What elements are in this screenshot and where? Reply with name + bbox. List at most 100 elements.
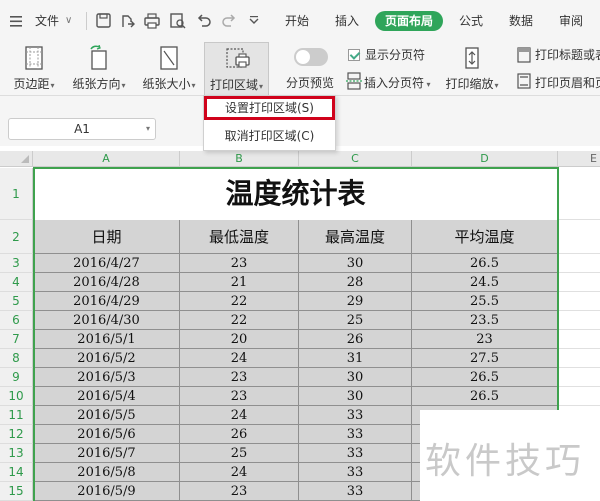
table-cell[interactable]: 24 — [180, 463, 299, 482]
table-cell[interactable]: 2016/5/7 — [34, 444, 180, 463]
table-cell[interactable]: 33 — [299, 444, 412, 463]
table-cell[interactable]: 2016/4/29 — [34, 292, 180, 311]
file-menu[interactable]: 文件 — [35, 11, 59, 31]
show-page-breaks-checkbox[interactable] — [348, 49, 360, 61]
row-header[interactable]: 2 — [0, 220, 33, 254]
table-cell[interactable]: 25 — [180, 444, 299, 463]
tab-home[interactable]: 开始 — [283, 11, 311, 31]
insert-page-break-icon[interactable] — [346, 72, 362, 90]
row-header[interactable]: 15 — [0, 482, 33, 501]
column-title-cell[interactable]: 最高温度 — [299, 220, 412, 254]
table-cell[interactable]: 30 — [299, 368, 412, 387]
table-cell[interactable]: 24 — [180, 349, 299, 368]
table-cell[interactable]: 24.5 — [412, 273, 558, 292]
table-cell[interactable]: 28 — [299, 273, 412, 292]
export-icon[interactable] — [119, 12, 137, 30]
print-scale-button[interactable]: 打印缩放▾ — [442, 42, 502, 96]
row-header[interactable]: 13 — [0, 444, 33, 463]
margins-button[interactable]: 页边距▾ — [8, 42, 60, 96]
table-cell[interactable]: 30 — [299, 254, 412, 273]
table-cell[interactable]: 2016/5/5 — [34, 406, 180, 425]
table-cell[interactable]: 30 — [299, 387, 412, 406]
column-header-a[interactable]: A — [33, 151, 180, 167]
table-cell[interactable]: 2016/4/28 — [34, 273, 180, 292]
column-title-cell[interactable]: 平均温度 — [412, 220, 558, 254]
tab-data[interactable]: 数据 — [507, 11, 535, 31]
table-cell[interactable]: 23 — [180, 368, 299, 387]
table-cell[interactable]: 29 — [299, 292, 412, 311]
table-cell[interactable]: 27.5 — [412, 349, 558, 368]
row-header[interactable]: 14 — [0, 463, 33, 482]
column-header-d[interactable]: D — [412, 151, 558, 167]
print-header-footer-icon[interactable] — [516, 72, 532, 90]
column-header-e[interactable]: E — [558, 151, 600, 167]
table-cell[interactable]: 2016/4/27 — [34, 254, 180, 273]
table-cell[interactable]: 25.5 — [412, 292, 558, 311]
print-preview-icon[interactable] — [169, 12, 187, 30]
chevron-down-icon[interactable]: ∨ — [65, 11, 72, 31]
print-icon[interactable] — [143, 12, 161, 30]
column-header-b[interactable]: B — [180, 151, 299, 167]
table-cell[interactable]: 24 — [180, 406, 299, 425]
undo-icon[interactable] — [195, 12, 213, 30]
table-cell[interactable]: 23 — [180, 254, 299, 273]
print-header-footer-button[interactable]: 打印页眉和页 — [535, 74, 600, 92]
print-title-button[interactable]: 打印标题或表 — [535, 46, 600, 64]
select-all-corner[interactable] — [0, 151, 33, 167]
tab-page-layout[interactable]: 页面布局 — [375, 11, 444, 31]
redo-icon[interactable] — [220, 12, 238, 30]
table-cell[interactable]: 2016/4/30 — [34, 311, 180, 330]
table-cell[interactable]: 23 — [180, 482, 299, 501]
column-title-cell[interactable]: 最低温度 — [180, 220, 299, 254]
table-cell[interactable]: 26.5 — [412, 254, 558, 273]
row-header[interactable]: 1 — [0, 168, 33, 220]
table-cell[interactable]: 26 — [299, 330, 412, 349]
table-cell[interactable]: 23 — [180, 387, 299, 406]
table-cell[interactable]: 20 — [180, 330, 299, 349]
table-cell[interactable]: 26 — [180, 425, 299, 444]
table-cell[interactable]: 26.5 — [412, 387, 558, 406]
row-header[interactable]: 11 — [0, 406, 33, 425]
paper-size-button[interactable]: 纸张大小▾ — [138, 42, 200, 96]
table-cell[interactable]: 2016/5/2 — [34, 349, 180, 368]
table-cell[interactable]: 2016/5/6 — [34, 425, 180, 444]
row-header[interactable]: 8 — [0, 349, 33, 368]
insert-page-break-button[interactable]: 插入分页符 ▾ — [364, 74, 431, 92]
table-cell[interactable]: 26.5 — [412, 368, 558, 387]
row-header[interactable]: 3 — [0, 254, 33, 273]
row-header[interactable]: 10 — [0, 387, 33, 406]
show-page-breaks-label[interactable]: 显示分页符 — [365, 46, 425, 64]
table-cell[interactable]: 23.5 — [412, 311, 558, 330]
table-cell[interactable]: 33 — [299, 406, 412, 425]
table-cell[interactable]: 2016/5/9 — [34, 482, 180, 501]
print-area-button[interactable]: 打印区域▾ — [204, 42, 269, 96]
row-header[interactable]: 4 — [0, 273, 33, 292]
page-break-preview-label[interactable]: 分页预览 — [286, 74, 334, 92]
row-header[interactable]: 5 — [0, 292, 33, 311]
print-title-icon[interactable] — [516, 46, 532, 64]
table-cell[interactable]: 22 — [180, 311, 299, 330]
tab-insert[interactable]: 插入 — [333, 11, 361, 31]
hamburger-menu-icon[interactable] — [10, 12, 28, 30]
table-cell[interactable]: 33 — [299, 425, 412, 444]
row-header[interactable]: 9 — [0, 368, 33, 387]
row-header[interactable]: 6 — [0, 311, 33, 330]
table-cell[interactable]: 2016/5/4 — [34, 387, 180, 406]
set-print-area-item[interactable]: 设置打印区域(S) — [204, 96, 335, 120]
sheet-title[interactable]: 温度统计表 — [34, 168, 557, 220]
name-box[interactable]: A1 ▾ — [8, 118, 156, 140]
page-break-preview-toggle[interactable] — [294, 48, 328, 66]
table-cell[interactable]: 33 — [299, 463, 412, 482]
table-cell[interactable]: 21 — [180, 273, 299, 292]
cancel-print-area-item[interactable]: 取消打印区域(C) — [204, 124, 335, 148]
table-cell[interactable]: 23 — [412, 330, 558, 349]
row-header[interactable]: 7 — [0, 330, 33, 349]
table-cell[interactable]: 2016/5/1 — [34, 330, 180, 349]
table-cell[interactable]: 2016/5/3 — [34, 368, 180, 387]
customize-toolbar-icon[interactable] — [247, 12, 265, 30]
column-header-c[interactable]: C — [299, 151, 412, 167]
chevron-down-icon[interactable]: ▾ — [146, 119, 150, 139]
row-header[interactable]: 12 — [0, 425, 33, 444]
tab-review[interactable]: 审阅 — [557, 11, 585, 31]
table-cell[interactable]: 25 — [299, 311, 412, 330]
